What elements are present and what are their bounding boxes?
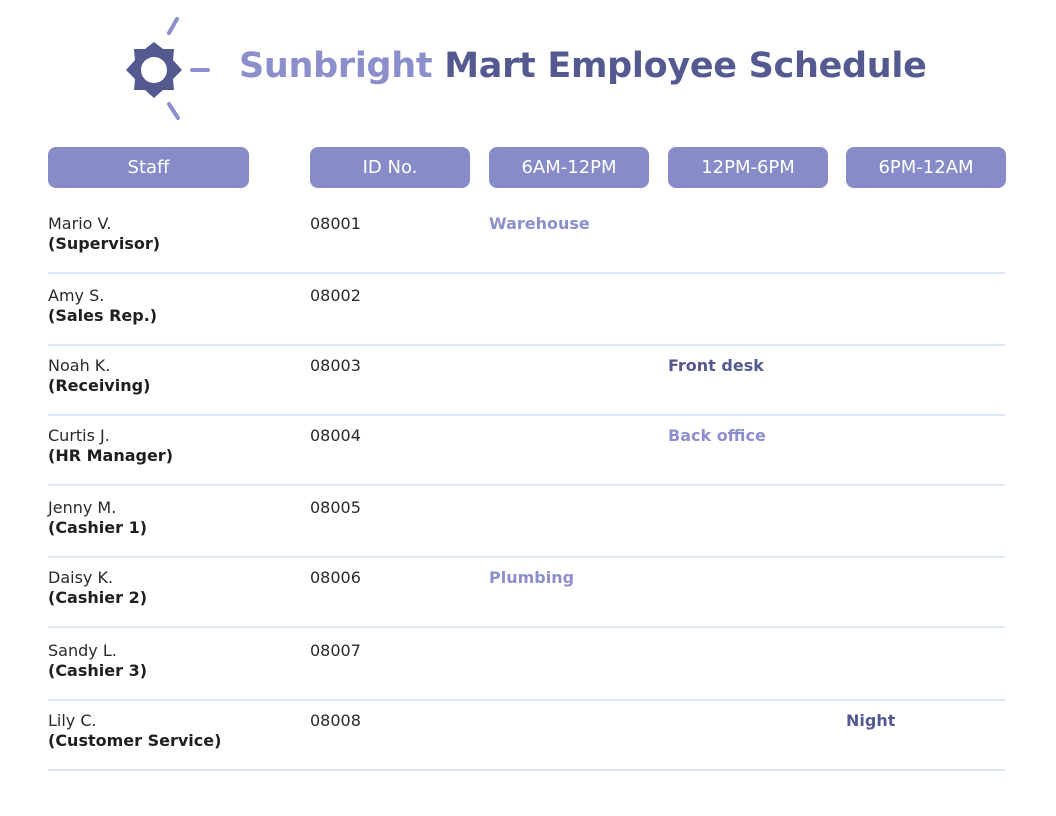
staff-role: (Cashier 3) — [48, 661, 148, 680]
staff-role: (Sales Rep.) — [48, 306, 158, 325]
staff-id: 08008 — [310, 711, 361, 730]
staff-role: (Cashier 2) — [48, 588, 148, 607]
staff-id: 08002 — [310, 286, 361, 305]
table-row: Lily C. (Customer Service) 08008 Night — [48, 698, 1005, 771]
shift-label: Warehouse — [489, 214, 590, 233]
shift-label: Front desk — [668, 356, 764, 375]
staff-id: 08007 — [310, 641, 361, 660]
table-row: Daisy K. (Cashier 2) 08006 Plumbing — [48, 555, 1005, 628]
shift-label: Night — [846, 711, 896, 730]
table-row: Jenny M. (Cashier 1) 08005 — [48, 485, 1005, 558]
staff-name: Sandy L. (Cashier 3) — [48, 641, 148, 680]
staff-id: 08001 — [310, 214, 361, 233]
table-row: Mario V. (Supervisor) 08001 Warehouse — [48, 201, 1005, 274]
staff-name: Lily C. (Customer Service) — [48, 711, 222, 750]
staff-name: Noah K. (Receiving) — [48, 356, 151, 395]
shift-label: Back office — [668, 426, 766, 445]
shift-label: Plumbing — [489, 568, 575, 587]
staff-name: Daisy K. (Cashier 2) — [48, 568, 148, 607]
staff-id: 08003 — [310, 356, 361, 375]
staff-id: 08005 — [310, 498, 361, 517]
staff-name: Jenny M. (Cashier 1) — [48, 498, 148, 537]
staff-name: Amy S. (Sales Rep.) — [48, 286, 158, 325]
staff-name: Curtis J. (HR Manager) — [48, 426, 174, 465]
staff-role: (Supervisor) — [48, 234, 161, 253]
staff-id: 08004 — [310, 426, 361, 445]
staff-role: (HR Manager) — [48, 446, 174, 465]
staff-name: Mario V. (Supervisor) — [48, 214, 161, 253]
table-row: Sandy L. (Cashier 3) 08007 — [48, 628, 1005, 701]
staff-id: 08006 — [310, 568, 361, 587]
table-row: Curtis J. (HR Manager) 08004 Back office — [48, 413, 1005, 486]
schedule-table: Mario V. (Supervisor) 08001 Warehouse Amy… — [0, 0, 1056, 816]
staff-role: (Cashier 1) — [48, 518, 148, 537]
staff-role: (Receiving) — [48, 376, 151, 395]
table-row: Amy S. (Sales Rep.) 08002 — [48, 273, 1005, 346]
table-row: Noah K. (Receiving) 08003 Front desk — [48, 343, 1005, 416]
staff-role: (Customer Service) — [48, 731, 222, 750]
